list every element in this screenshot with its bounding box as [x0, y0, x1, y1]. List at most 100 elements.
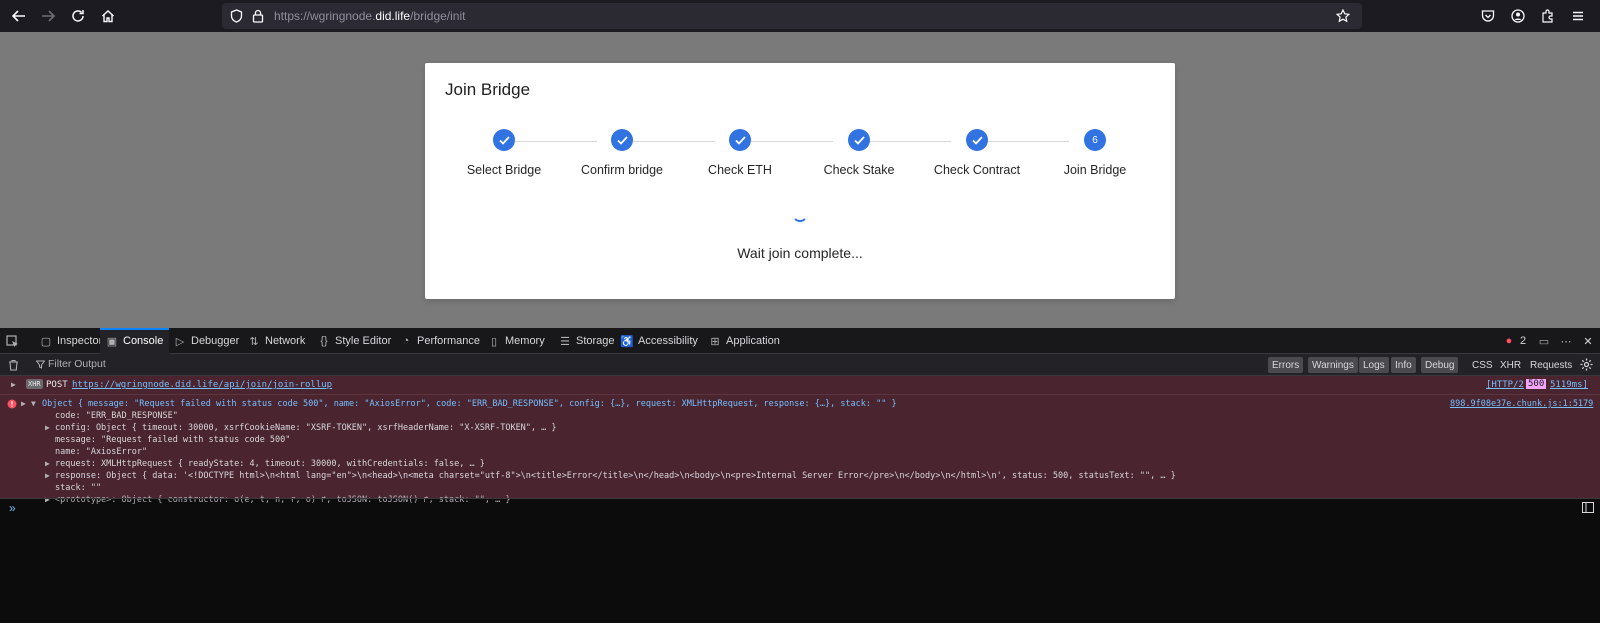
gauge-icon: ◔ — [402, 335, 410, 347]
request-url-link[interactable]: https://wgringnode.did.life/api/join/joi… — [72, 380, 332, 390]
check-icon — [611, 129, 633, 151]
close-devtools-button[interactable]: ✕ — [1582, 328, 1599, 354]
extensions-button[interactable] — [1536, 4, 1560, 28]
tab-console[interactable]: ▣ Console — [100, 328, 170, 354]
grid-icon: ⊞ — [710, 335, 720, 348]
filter-logs[interactable]: Logs — [1359, 357, 1389, 373]
status-500-badge: 500 — [1526, 379, 1547, 389]
accessibility-icon: ♿ — [620, 335, 634, 348]
step-label: Confirm bridge — [581, 163, 663, 177]
gear-icon[interactable] — [1580, 358, 1593, 371]
account-button[interactable] — [1506, 4, 1530, 28]
step-join-bridge: 6 Join Bridge — [1035, 129, 1155, 177]
status-text: Wait join complete... — [737, 245, 863, 261]
menu-button[interactable] — [1566, 4, 1590, 28]
filter-css[interactable]: CSS — [1468, 357, 1497, 373]
step-check-stake: Check Stake — [799, 129, 919, 177]
memory-icon: ▯ — [490, 335, 498, 348]
prop-name: name: "AxiosError" — [55, 447, 148, 457]
home-button[interactable] — [96, 4, 120, 28]
pick-element-button[interactable] — [6, 328, 26, 354]
console-filter-bar: Filter Output Errors Warnings Logs Info … — [0, 354, 1600, 376]
filter-debug[interactable]: Debug — [1421, 357, 1459, 373]
arrow-right-icon — [42, 10, 55, 22]
step-label: Check Stake — [823, 163, 895, 177]
puzzle-icon — [1542, 9, 1553, 23]
account-icon — [1511, 9, 1525, 23]
modal-title: Join Bridge — [445, 80, 531, 99]
pocket-icon — [1481, 10, 1495, 22]
reload-icon — [72, 10, 84, 22]
error-source-link[interactable]: 898.9f08e37e.chunk.js:1:5179 — [1450, 399, 1593, 409]
error-count-badge[interactable]: ● 2 — [1503, 328, 1526, 354]
xhr-log-row[interactable]: ▶ XHR POST https://wgringnode.did.life/a… — [0, 376, 1600, 394]
expand-triangle-icon[interactable]: ▶ — [21, 399, 26, 408]
forward-button[interactable] — [36, 4, 60, 28]
step-label: Select Bridge — [466, 163, 542, 177]
error-icon: ● — [1505, 335, 1513, 347]
expand-triangle-icon[interactable]: ▶ — [45, 459, 50, 468]
dock-icon: ▭ — [1538, 335, 1550, 348]
request-time[interactable]: 5119ms] — [1550, 380, 1588, 390]
prompt-chevron-icon: » — [9, 501, 16, 515]
filter-xhr[interactable]: XHR — [1496, 357, 1525, 373]
tab-performance[interactable]: ◔ Performance — [394, 328, 486, 354]
url-bar[interactable]: https://wgringnode.did.life/bridge/init — [222, 3, 1362, 29]
filter-warnings[interactable]: Warnings — [1308, 357, 1358, 373]
console-input-row[interactable]: » — [0, 498, 1600, 516]
expand-triangle-icon[interactable]: ▶ — [45, 423, 50, 432]
step-label: Join Bridge — [1063, 163, 1127, 177]
filter-input[interactable]: Filter Output — [48, 358, 106, 370]
tab-network[interactable]: ⇅ Network — [242, 328, 311, 354]
expand-triangle-icon[interactable]: ▶ — [11, 380, 16, 389]
prop-request[interactable]: request: XMLHttpRequest { readyState: 4,… — [55, 459, 485, 469]
prop-message: message: "Request failed with status cod… — [55, 435, 291, 445]
ellipsis-icon: ⋯ — [1560, 335, 1572, 348]
tab-application[interactable]: ⊞ Application — [703, 328, 786, 354]
devtools-panel: ▢ Inspector ▣ Console ▷ Debugger ⇅ Network {… — [0, 328, 1600, 623]
request-method: POST — [46, 380, 68, 390]
lock-icon[interactable] — [252, 9, 264, 23]
hamburger-icon — [1573, 11, 1583, 21]
check-icon — [493, 129, 515, 151]
console-output: ▶ XHR POST https://wgringnode.did.life/a… — [0, 376, 1600, 623]
prop-config[interactable]: config: Object { timeout: 30000, xsrfCoo… — [55, 423, 557, 433]
xhr-badge: XHR — [26, 379, 43, 389]
filter-errors[interactable]: Errors — [1268, 357, 1304, 373]
tab-style-editor[interactable]: {} Style Editor — [312, 328, 397, 354]
pocket-button[interactable] — [1476, 4, 1500, 28]
storage-icon: ☰ — [560, 335, 570, 348]
error-log-entry: ▶ ▼ Object { message: "Request failed wi… — [0, 394, 1600, 505]
tab-storage[interactable]: ☰ Storage — [553, 328, 621, 354]
tab-debugger[interactable]: ▷ Debugger — [168, 328, 245, 354]
pick-element-icon — [6, 334, 18, 347]
tab-accessibility[interactable]: ♿ Accessibility — [615, 328, 704, 354]
request-protocol[interactable]: [HTTP/2 — [1486, 380, 1524, 390]
prop-code: code: "ERR_BAD_RESPONSE" — [55, 411, 178, 421]
expand-triangle-icon[interactable]: ▶ — [45, 471, 50, 480]
prop-response[interactable]: response: Object { data: '<!DOCTYPE html… — [55, 471, 1176, 481]
devtools-tabbar: ▢ Inspector ▣ Console ▷ Debugger ⇅ Network {… — [0, 328, 1600, 354]
step-confirm-bridge: Confirm bridge — [562, 129, 682, 177]
filter-info[interactable]: Info — [1391, 357, 1416, 373]
shield-icon[interactable] — [230, 9, 243, 23]
collapse-triangle-icon[interactable]: ▼ — [31, 399, 36, 408]
editor-mode-icon[interactable] — [1582, 502, 1594, 513]
star-icon[interactable] — [1336, 9, 1350, 23]
error-icon — [7, 399, 17, 409]
more-options-button[interactable]: ⋯ — [1560, 328, 1577, 354]
tab-inspector[interactable]: ▢ Inspector — [34, 328, 108, 354]
step-check-eth: Check ETH — [680, 129, 800, 177]
debugger-icon: ▷ — [175, 335, 185, 348]
url-text: https://wgringnode.did.life/bridge/init — [274, 9, 466, 23]
step-check-contract: Check Contract — [917, 129, 1037, 177]
dock-button[interactable]: ▭ — [1538, 328, 1555, 354]
step-label: Check Contract — [933, 163, 1021, 177]
back-button[interactable] — [7, 4, 31, 28]
tab-memory[interactable]: ▯ Memory — [482, 328, 551, 354]
filter-requests[interactable]: Requests — [1526, 357, 1576, 373]
arrow-left-icon — [12, 10, 25, 22]
error-summary[interactable]: Object { message: "Request failed with s… — [42, 399, 897, 409]
reload-button[interactable] — [66, 4, 90, 28]
trash-icon[interactable] — [8, 359, 19, 371]
